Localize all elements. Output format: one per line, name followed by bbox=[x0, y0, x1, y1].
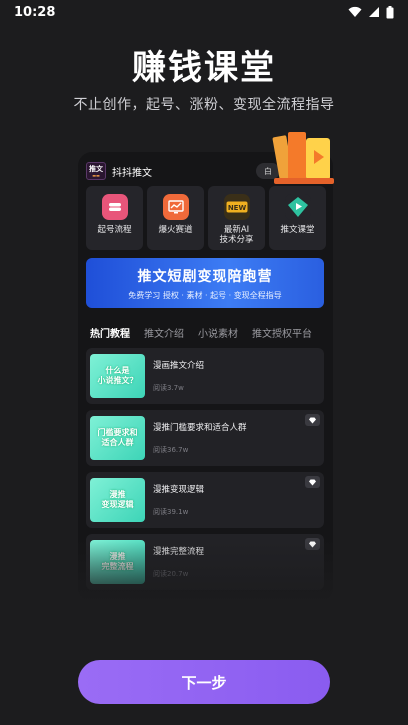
preview-tabs: 热门教程 推文介绍 小说素材 推文授权平台 bbox=[90, 325, 312, 340]
diamond-icon bbox=[305, 538, 320, 550]
status-icons bbox=[348, 5, 394, 19]
tab-hot: 热门教程 bbox=[90, 329, 130, 340]
tutorial-list: 什么是 小说推文？ 漫画推文介绍 阅读3.7w 门槛要求和 适合人群 漫推门槛要… bbox=[86, 348, 324, 596]
list-item: 门槛要求和 适合人群 漫推门槛要求和适合人群 阅读36.7w bbox=[86, 410, 324, 466]
feature-label: 起号流程 bbox=[97, 225, 132, 235]
trend-chart-icon bbox=[162, 194, 189, 220]
start-icon bbox=[101, 194, 128, 220]
status-bar: 10:28 bbox=[0, 0, 408, 24]
list-item: 漫推 完整流程 漫推完整流程 阅读20.7w bbox=[86, 534, 324, 590]
feature-label: 爆火赛道 bbox=[158, 225, 193, 235]
banner-subtitle: 免费学习 授权 · 素材 · 起号 · 变现全程指导 bbox=[128, 290, 282, 300]
tab-intro: 推文介绍 bbox=[144, 329, 184, 340]
list-item: 漫推 变现逻辑 漫推变现逻辑 阅读39.1w bbox=[86, 472, 324, 528]
preview-header: 推文 ▬▬ 抖抖推文 bbox=[86, 162, 152, 180]
feature-ai: NEW 最新AI 技术分享 bbox=[208, 186, 265, 250]
tab-platform: 推文授权平台 bbox=[252, 329, 312, 340]
card-thumbnail: 门槛要求和 适合人群 bbox=[90, 416, 145, 460]
tab-material: 小说素材 bbox=[198, 329, 238, 340]
feature-label: 推文课堂 bbox=[280, 225, 315, 235]
app-logo: 推文 ▬▬ bbox=[86, 162, 106, 180]
battery-icon bbox=[386, 5, 394, 18]
feature-label: 最新AI 技术分享 bbox=[219, 225, 254, 245]
signal-icon bbox=[369, 7, 379, 17]
card-reads: 阅读39.1w bbox=[153, 508, 189, 516]
card-title: 漫推完整流程 bbox=[153, 547, 205, 557]
card-thumbnail: 漫推 完整流程 bbox=[90, 540, 145, 584]
app-preview: 推文 ▬▬ 抖抖推文 白 起号流程 爆火赛道 NEW 最新AI 技术分享 推文课… bbox=[78, 152, 333, 602]
app-logo-sub: ▬▬ bbox=[92, 172, 100, 178]
new-badge-icon: NEW bbox=[223, 194, 250, 220]
app-name: 抖抖推文 bbox=[112, 167, 152, 179]
card-thumbnail: 什么是 小说推文？ bbox=[90, 354, 145, 398]
card-title: 漫推门槛要求和适合人群 bbox=[153, 423, 247, 433]
svg-text:NEW: NEW bbox=[227, 204, 246, 212]
app-logo-text: 推文 bbox=[89, 164, 103, 173]
card-reads: 阅读3.7w bbox=[153, 384, 184, 392]
feature-grid: 起号流程 爆火赛道 NEW 最新AI 技术分享 推文课堂 bbox=[86, 186, 326, 250]
books-icon bbox=[272, 132, 334, 184]
page-title: 赚钱课堂 bbox=[132, 48, 276, 88]
status-time: 10:28 bbox=[14, 4, 56, 20]
card-reads: 阅读20.7w bbox=[153, 570, 189, 578]
next-button[interactable]: 下一步 bbox=[78, 660, 330, 704]
diamond-icon bbox=[305, 476, 320, 488]
play-diamond-icon bbox=[284, 194, 311, 220]
promo-banner: 推文短剧变现陪跑营 免费学习 授权 · 素材 · 起号 · 变现全程指导 bbox=[86, 258, 324, 308]
list-item: 什么是 小说推文？ 漫画推文介绍 阅读3.7w bbox=[86, 348, 324, 404]
card-title: 漫推变现逻辑 bbox=[153, 485, 205, 495]
feature-trend: 爆火赛道 bbox=[147, 186, 204, 250]
diamond-icon bbox=[305, 414, 320, 426]
card-reads: 阅读36.7w bbox=[153, 446, 189, 454]
wifi-icon bbox=[348, 6, 362, 17]
page-subtitle: 不止创作，起号、涨粉、变现全流程指导 bbox=[73, 97, 335, 113]
feature-start: 起号流程 bbox=[86, 186, 143, 250]
feature-class: 推文课堂 bbox=[269, 186, 326, 250]
card-thumbnail: 漫推 变现逻辑 bbox=[90, 478, 145, 522]
card-title: 漫画推文介绍 bbox=[153, 361, 205, 371]
banner-title: 推文短剧变现陪跑营 bbox=[137, 268, 273, 285]
